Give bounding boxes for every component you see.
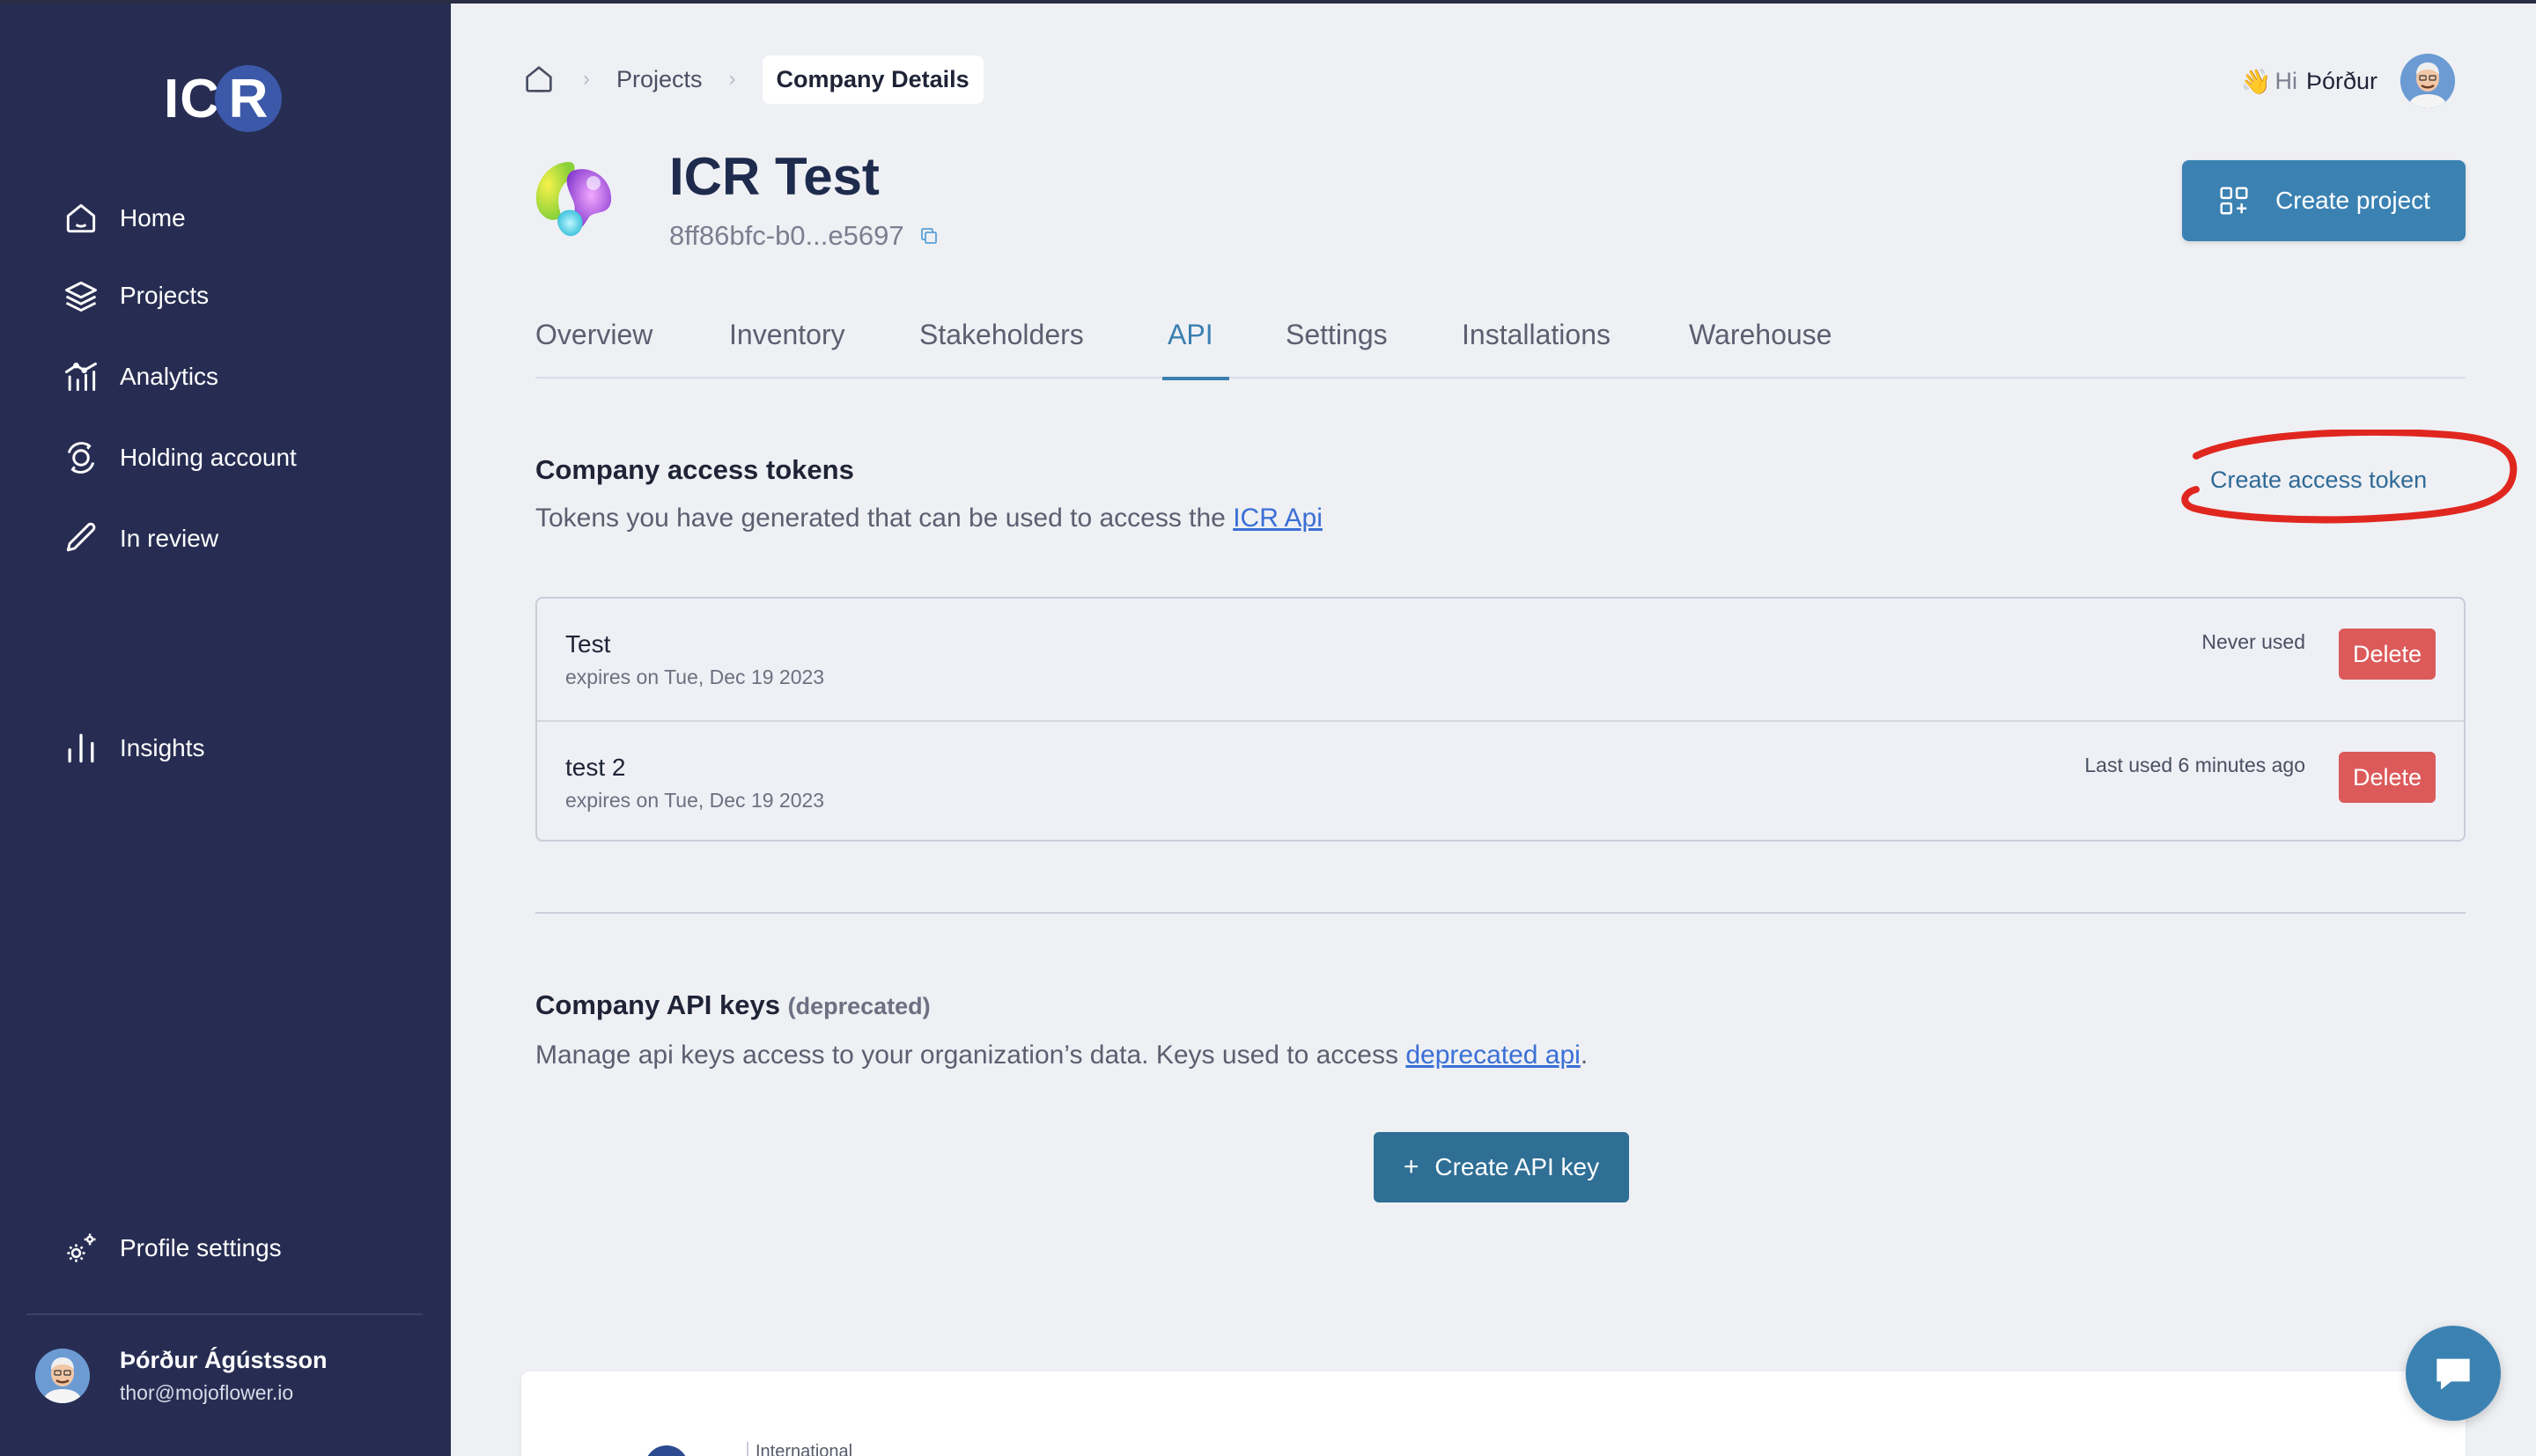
logo-circle: R (215, 65, 282, 132)
api-keys-subtitle-suffix: . (1580, 1041, 1589, 1070)
sidebar-item-home[interactable]: Home (62, 194, 186, 243)
delete-token-button[interactable]: Delete (2338, 752, 2436, 803)
token-expiry: expires on Tue, Dec 19 2023 (565, 665, 825, 688)
holding-icon (67, 442, 95, 474)
copy-icon[interactable] (918, 225, 940, 246)
breadcrumb: › Projects › Company Details (521, 55, 984, 104)
section-divider (535, 912, 2466, 914)
create-project-button[interactable]: Create project (2182, 160, 2466, 241)
api-keys-title-text: Company API keys (535, 989, 780, 1020)
page-title: ICR Test (669, 147, 880, 206)
sidebar-divider (26, 1313, 423, 1315)
access-tokens-subtitle: Tokens you have generated that can be us… (535, 504, 1323, 533)
home-icon (66, 203, 96, 233)
sidebar: IC R Home Projects Analytics Holding acc… (0, 0, 451, 1456)
profile-text: Þórður Ágústsson thor@mojoflower.io (120, 1347, 328, 1405)
tab-stakeholders[interactable]: Stakeholders (919, 319, 1084, 379)
deprecated-api-link[interactable]: deprecated api (1405, 1041, 1581, 1070)
sidebar-item-profile-settings[interactable]: Profile settings (62, 1224, 282, 1273)
plus-icon: + (1403, 1152, 1419, 1181)
deprecated-tag: (deprecated) (787, 993, 931, 1019)
layers-icon (65, 281, 97, 312)
access-tokens-title: Company access tokens (535, 454, 854, 485)
avatar (35, 1349, 90, 1403)
chevron-right-icon: › (728, 67, 736, 91)
org-logo-icon (645, 1445, 689, 1456)
profile-name: Þórður Ágústsson (120, 1347, 328, 1373)
analytics-icon (65, 362, 97, 392)
api-keys-title: Company API keys (deprecated) (535, 989, 931, 1021)
chevron-right-icon: › (583, 67, 590, 91)
create-project-label: Create project (2275, 187, 2430, 214)
icr-api-link[interactable]: ICR Api (1233, 504, 1323, 533)
token-last-used: Never used (2201, 630, 2305, 653)
user-profile-card[interactable]: Þórður Ágústsson thor@mojoflower.io (35, 1347, 328, 1405)
token-name: Test (565, 630, 611, 658)
tab-warehouse[interactable]: Warehouse (1689, 319, 1832, 379)
window-top-border (0, 0, 2536, 4)
api-keys-subtitle: Manage api keys access to your organizat… (535, 1041, 1588, 1070)
project-logo (520, 144, 629, 254)
table-row: Test expires on Tue, Dec 19 2023 Never u… (537, 599, 2464, 720)
sidebar-item-label: Projects (120, 282, 210, 309)
breadcrumb-company-details[interactable]: Company Details (762, 55, 984, 104)
greeting-name: Þórður (2305, 67, 2378, 94)
gear-icon (67, 1233, 96, 1262)
sidebar-item-label: In review (120, 525, 219, 552)
create-api-key-button[interactable]: + Create API key (1374, 1132, 1629, 1202)
logo-letter: R (228, 68, 269, 129)
api-keys-subtitle-text: Manage api keys access to your organizat… (535, 1041, 1406, 1070)
avatar[interactable] (2400, 54, 2455, 108)
footer-divider (747, 1442, 748, 1456)
sidebar-item-label: Holding account (120, 444, 297, 471)
grid-add-icon (2220, 187, 2248, 215)
token-last-used: Last used 6 minutes ago (2084, 754, 2305, 776)
home-icon[interactable] (521, 62, 557, 97)
token-name: test 2 (565, 754, 626, 781)
breadcrumb-projects[interactable]: Projects (616, 66, 703, 93)
project-id-text: 8ff86bfc-b0...e5697 (669, 220, 904, 251)
bar-chart-icon (68, 733, 94, 763)
project-logo-blob-icon (523, 148, 625, 250)
delete-token-button[interactable]: Delete (2338, 629, 2436, 680)
sidebar-item-in-review[interactable]: In review (62, 514, 218, 563)
wave-emoji-icon: 👋 (2240, 67, 2272, 95)
project-id: 8ff86bfc-b0...e5697 (669, 220, 940, 252)
greeting-hi: Hi (2274, 67, 2297, 94)
avatar-illustration-icon (35, 1349, 90, 1403)
tab-bar: Overview Inventory Stakeholders API Sett… (535, 303, 2466, 380)
token-expiry: expires on Tue, Dec 19 2023 (565, 789, 825, 812)
tab-settings[interactable]: Settings (1286, 319, 1388, 379)
tab-api[interactable]: API (1162, 319, 1229, 380)
profile-email: thor@mojoflower.io (120, 1381, 294, 1404)
sidebar-item-holding-account[interactable]: Holding account (62, 433, 297, 482)
sidebar-item-label: Analytics (120, 363, 219, 390)
icr-logo[interactable]: IC R (164, 63, 287, 134)
tab-overview[interactable]: Overview (535, 319, 652, 379)
tab-installations[interactable]: Installations (1462, 319, 1611, 379)
access-tokens-subtitle-text: Tokens you have generated that can be us… (535, 504, 1234, 533)
create-access-token-link[interactable]: Create access token (2210, 467, 2427, 494)
user-greeting[interactable]: 👋 Hi Þórður (2240, 54, 2455, 108)
tab-inventory[interactable]: Inventory (729, 319, 845, 379)
footer-card: International (521, 1371, 2466, 1456)
tokens-list: Test expires on Tue, Dec 19 2023 Never u… (535, 597, 2466, 842)
sidebar-item-label: Insights (120, 734, 205, 761)
sidebar-item-label: Home (120, 204, 186, 232)
sidebar-item-insights[interactable]: Insights (62, 724, 205, 773)
logo-text: IC (164, 68, 220, 129)
create-api-key-label: Create API key (1434, 1153, 1600, 1180)
main-content: › Projects › Company Details 👋 Hi Þórður (451, 0, 2536, 1456)
chat-support-button[interactable] (2406, 1326, 2501, 1421)
sidebar-item-analytics[interactable]: Analytics (62, 352, 218, 401)
sidebar-item-label: Profile settings (120, 1234, 282, 1261)
avatar-illustration-icon (2400, 54, 2455, 108)
footer-org-text: International (756, 1442, 853, 1456)
chat-icon (2436, 1358, 2470, 1390)
sidebar-item-projects[interactable]: Projects (62, 271, 209, 320)
table-row: test 2 expires on Tue, Dec 19 2023 Last … (537, 720, 2464, 842)
pencil-icon (66, 522, 96, 552)
